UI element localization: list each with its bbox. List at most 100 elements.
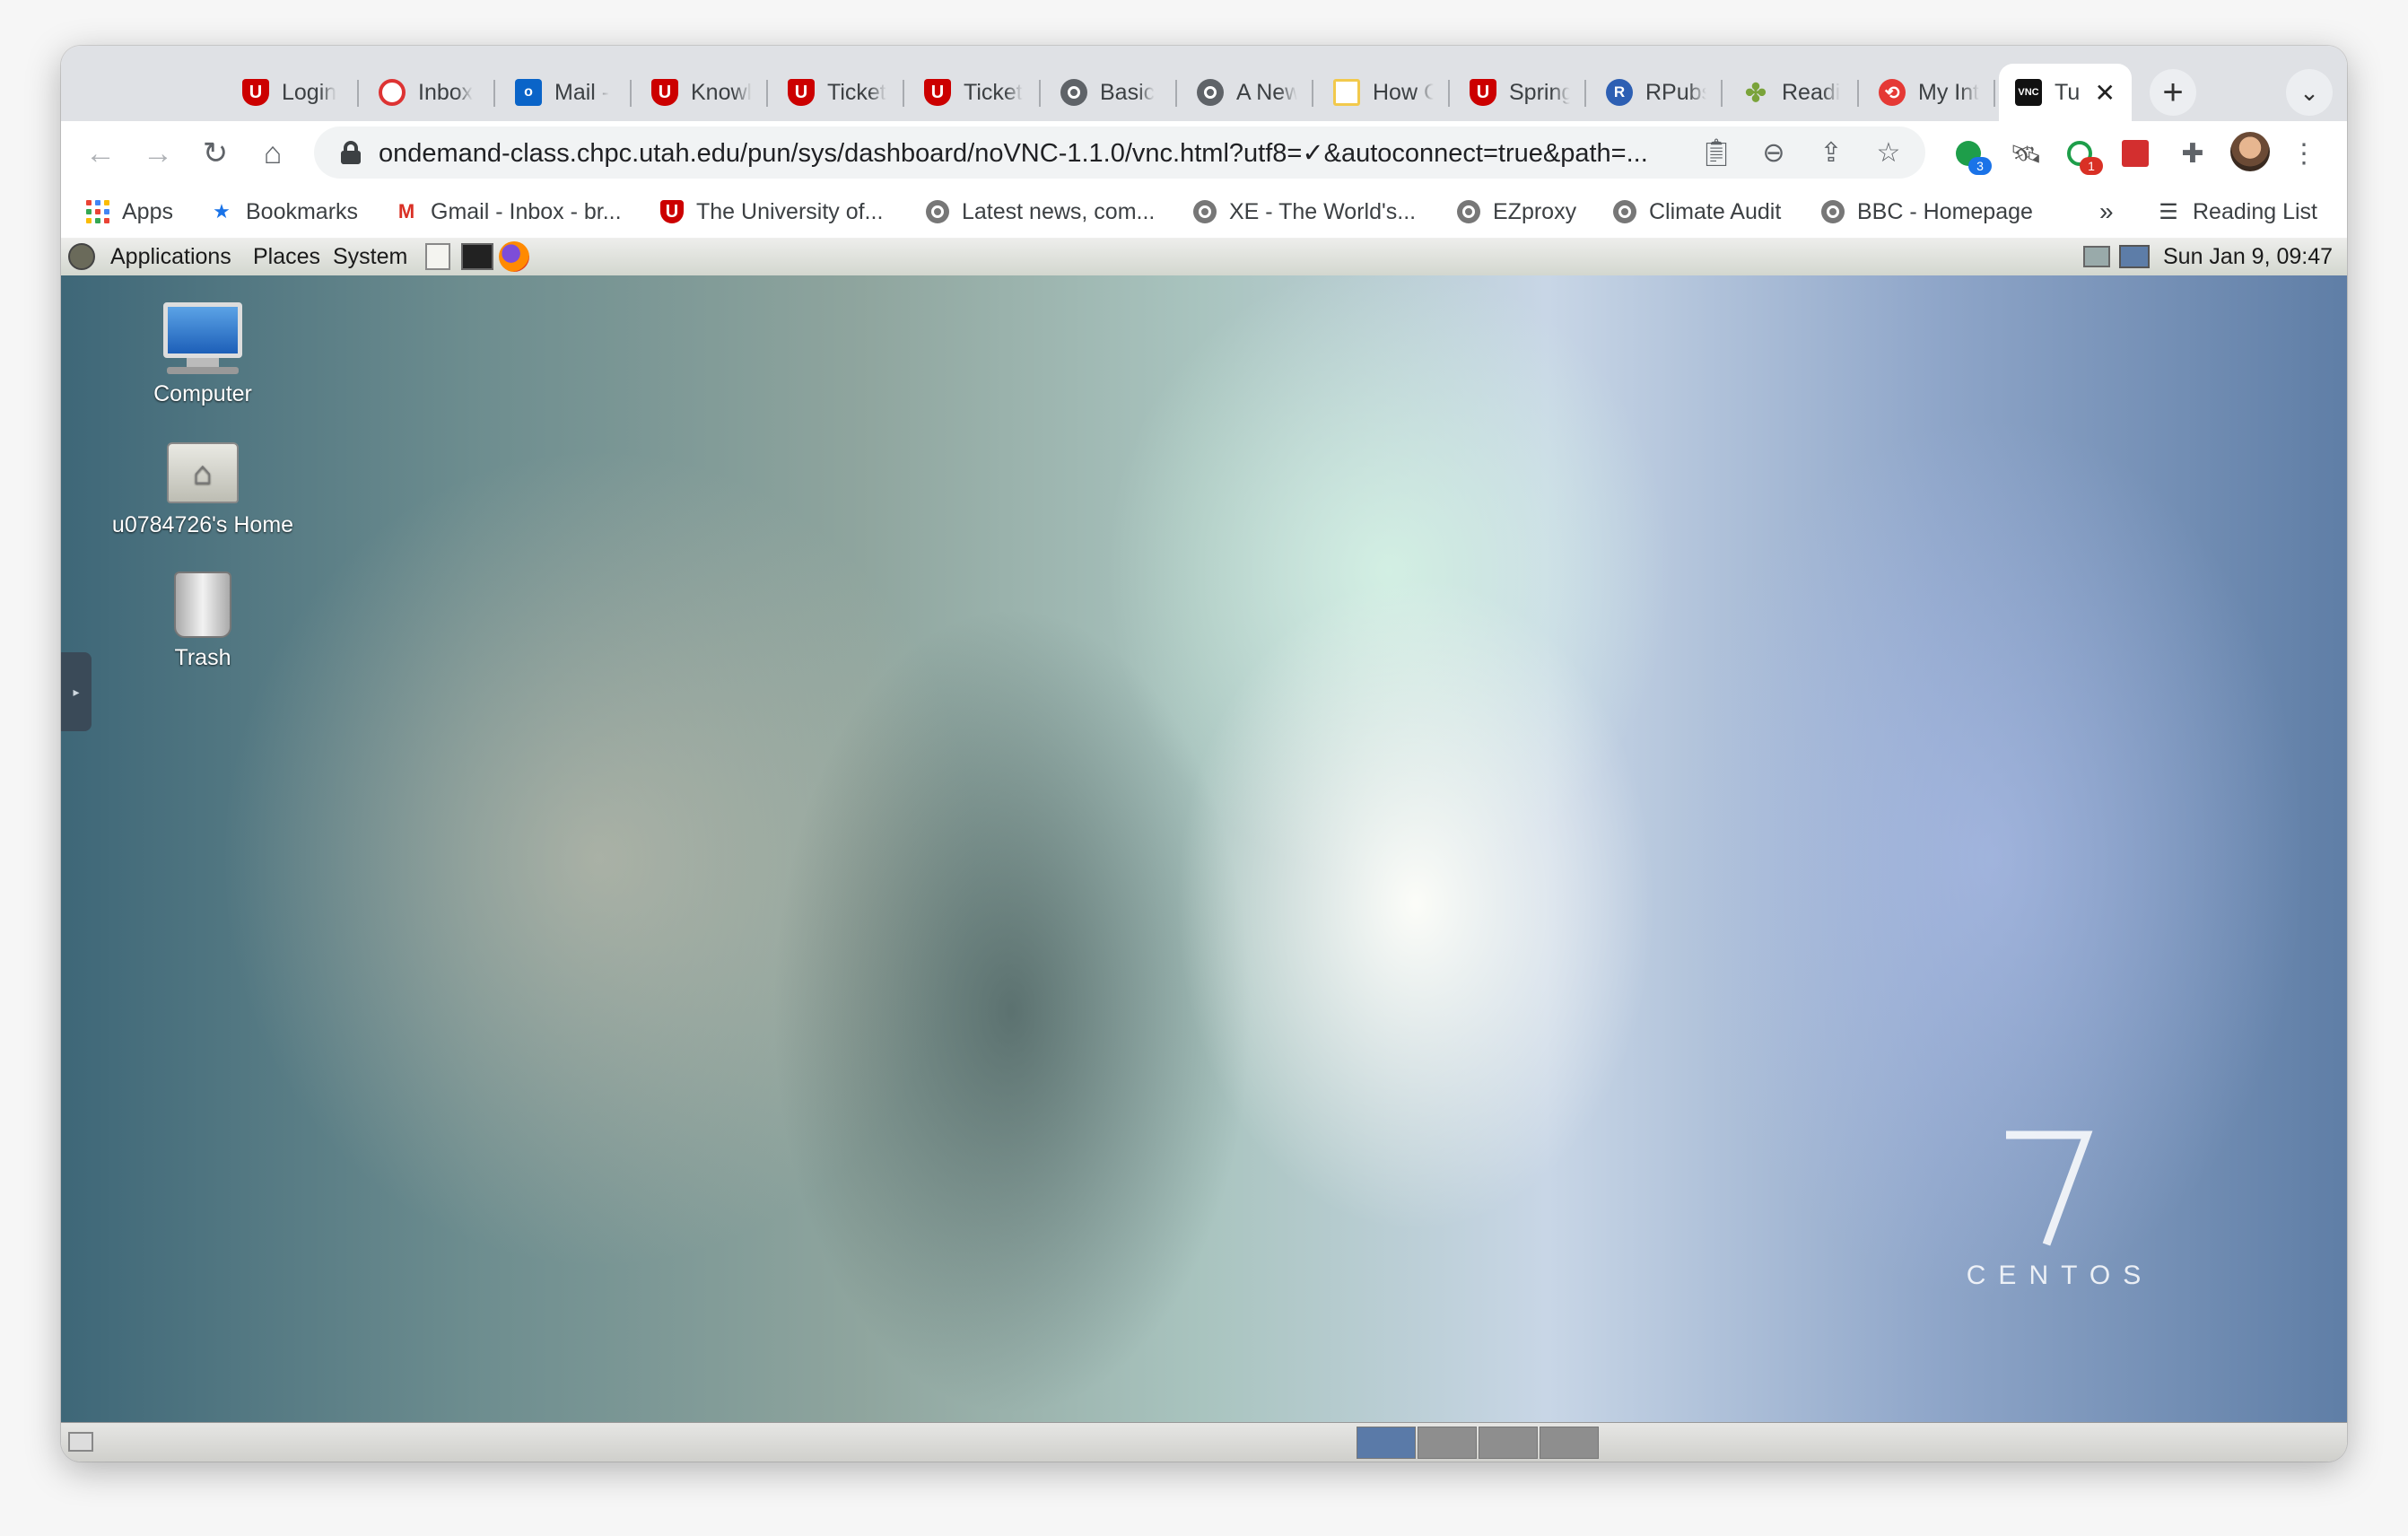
new-tab-button[interactable]: +	[2150, 69, 2196, 116]
bookmark-label: EZproxy	[1493, 198, 1577, 224]
globe-icon	[1197, 79, 1224, 106]
computer-icon	[163, 302, 242, 358]
close-icon[interactable]: ✕	[2095, 78, 2116, 108]
tab-ticket-2[interactable]: U Ticket	[908, 64, 1041, 121]
bookmark-bookmarks[interactable]: ★ Bookmarks	[210, 193, 358, 231]
tab-title: Tu	[2055, 79, 2081, 105]
extension-3[interactable]: 1	[2060, 134, 2103, 175]
puzzle-icon: ✚	[2181, 138, 2204, 169]
clipboard-icon[interactable]: 📋︎	[1696, 132, 1737, 173]
bookmark-label: Climate Audit	[1649, 198, 1782, 224]
panel-clock[interactable]: Sun Jan 9, 09:47	[2163, 243, 2333, 270]
desktop-icon-computer[interactable]: Computer	[100, 302, 306, 407]
show-desktop-button[interactable]	[68, 1432, 93, 1452]
bookmark-latest-news[interactable]: Latest news, com...	[926, 193, 1155, 231]
bookmark-xe[interactable]: XE - The World's...	[1193, 193, 1416, 231]
gnome-bottom-panel	[61, 1422, 2347, 1462]
tab-title: Spring	[1509, 79, 1570, 105]
tab-a-new[interactable]: A New	[1181, 64, 1313, 121]
reading-list-button[interactable]: ☰ Reading List	[2157, 193, 2317, 231]
extension-badge: 3	[1968, 157, 1992, 175]
bookmark-climate-audit[interactable]: Climate Audit	[1613, 193, 1781, 231]
chevron-down-icon: ⌄	[2299, 78, 2319, 106]
desktop-icon-label: Trash	[174, 645, 231, 670]
launcher-text-editor[interactable]	[425, 243, 450, 270]
tab-login[interactable]: U Login	[226, 64, 359, 121]
reload-button[interactable]: ↻	[194, 132, 237, 175]
bookmarks-bar: Apps ★ Bookmarks M Gmail - Inbox - br...…	[61, 186, 2347, 239]
tab-rpubs[interactable]: R RPubs	[1590, 64, 1723, 121]
terminal-icon	[461, 243, 493, 270]
workspace-3[interactable]	[1479, 1427, 1538, 1459]
novnc-control-bar-handle[interactable]: ▸	[61, 652, 92, 731]
extension-4[interactable]	[2116, 134, 2155, 173]
back-button[interactable]: ←	[79, 132, 122, 175]
url-text[interactable]: ondemand-class.chpc.utah.edu/pun/sys/das…	[379, 137, 1679, 169]
note-icon	[1333, 79, 1360, 106]
zoom-icon[interactable]: ⊖	[1753, 132, 1794, 173]
extension-2[interactable]: 🛰︎	[2006, 134, 2046, 173]
address-bar[interactable]: ondemand-class.chpc.utah.edu/pun/sys/das…	[314, 127, 1925, 179]
avatar[interactable]	[2230, 132, 2270, 171]
reading-icon: ✤	[1745, 78, 1767, 107]
share-icon[interactable]: ⇪	[1810, 132, 1852, 173]
bookmark-apps[interactable]: Apps	[86, 193, 173, 231]
tab-how[interactable]: How C	[1317, 64, 1450, 121]
tab-active-vnc[interactable]: VNC Tu ✕	[1999, 64, 2132, 121]
tab-knowl[interactable]: U Knowl	[635, 64, 768, 121]
tab-reading[interactable]: ✤ Readi	[1726, 64, 1859, 121]
forward-button[interactable]: →	[136, 132, 179, 175]
bookmark-bbc[interactable]: BBC - Homepage	[1821, 193, 2033, 231]
red-grid-extension-icon	[2122, 140, 2149, 167]
kebab-menu-icon: ⋮	[2290, 138, 2317, 169]
launcher-firefox[interactable]	[499, 241, 529, 272]
reading-list-icon: ☰	[2159, 199, 2178, 224]
bookmark-label: Bookmarks	[246, 198, 359, 224]
tab-title: Knowl	[691, 79, 752, 105]
tab-mail[interactable]: o Mail -	[499, 64, 632, 121]
globe-icon	[926, 200, 949, 223]
tab-title: Mail -	[554, 79, 610, 105]
globe-icon	[1060, 79, 1087, 106]
menu-applications[interactable]: Applications	[110, 243, 231, 270]
workspace-1[interactable]	[1357, 1427, 1416, 1459]
university-u-icon: U	[924, 79, 951, 106]
gnome-top-panel: Applications Places System Sun Jan 9, 09…	[61, 238, 2347, 276]
desktop-icon-home[interactable]: ⌂ u0784726's Home	[100, 442, 306, 538]
gnome-foot-icon[interactable]	[68, 243, 95, 270]
extensions-button[interactable]: ✚	[2173, 134, 2212, 173]
tab-my-int[interactable]: ⟲ My Int	[1863, 64, 1995, 121]
workspace-2[interactable]	[1418, 1427, 1477, 1459]
centos-wordmark: CENTOS	[1966, 1261, 2154, 1290]
tab-ticket-1[interactable]: U Ticket	[772, 64, 904, 121]
home-button[interactable]: ⌂	[251, 132, 294, 175]
menu-places[interactable]: Places	[253, 243, 320, 270]
tab-title: A New	[1236, 79, 1297, 105]
bookmark-star-icon[interactable]: ☆	[1868, 132, 1909, 173]
tab-inbox[interactable]: Inbox	[362, 64, 495, 121]
browser-menu-button[interactable]: ⋮	[2282, 132, 2325, 175]
gmail-icon: M	[397, 200, 415, 223]
tab-search-button[interactable]: ⌄	[2286, 69, 2333, 116]
menu-system[interactable]: System	[333, 243, 407, 270]
desktop-icon-trash[interactable]: Trash	[100, 572, 306, 671]
tab-basic[interactable]: Basic	[1044, 64, 1177, 121]
workspace-4[interactable]	[1540, 1427, 1599, 1459]
university-u-icon: U	[242, 79, 269, 106]
tab-spring[interactable]: U Spring	[1453, 64, 1586, 121]
launcher-terminal[interactable]	[461, 243, 493, 270]
bookmark-university[interactable]: U The University of...	[660, 193, 883, 231]
extension-1[interactable]: 3	[1949, 134, 1992, 175]
extension-badge: 1	[2080, 157, 2103, 175]
bookmarks-overflow-button[interactable]: »	[2099, 193, 2114, 231]
bookmark-label: BBC - Homepage	[1857, 198, 2033, 224]
vnc-remote-desktop[interactable]: Applications Places System Sun Jan 9, 09…	[61, 238, 2347, 1462]
university-u-icon: U	[651, 79, 678, 106]
tab-title: Ticket	[964, 79, 1023, 105]
display-status-icon[interactable]	[2119, 243, 2150, 270]
network-status-icon[interactable]	[2083, 243, 2110, 270]
university-u-icon: U	[1470, 79, 1496, 106]
monitor-base	[167, 367, 239, 374]
bookmark-ezproxy[interactable]: EZproxy	[1457, 193, 1576, 231]
bookmark-gmail[interactable]: M Gmail - Inbox - br...	[395, 193, 622, 231]
